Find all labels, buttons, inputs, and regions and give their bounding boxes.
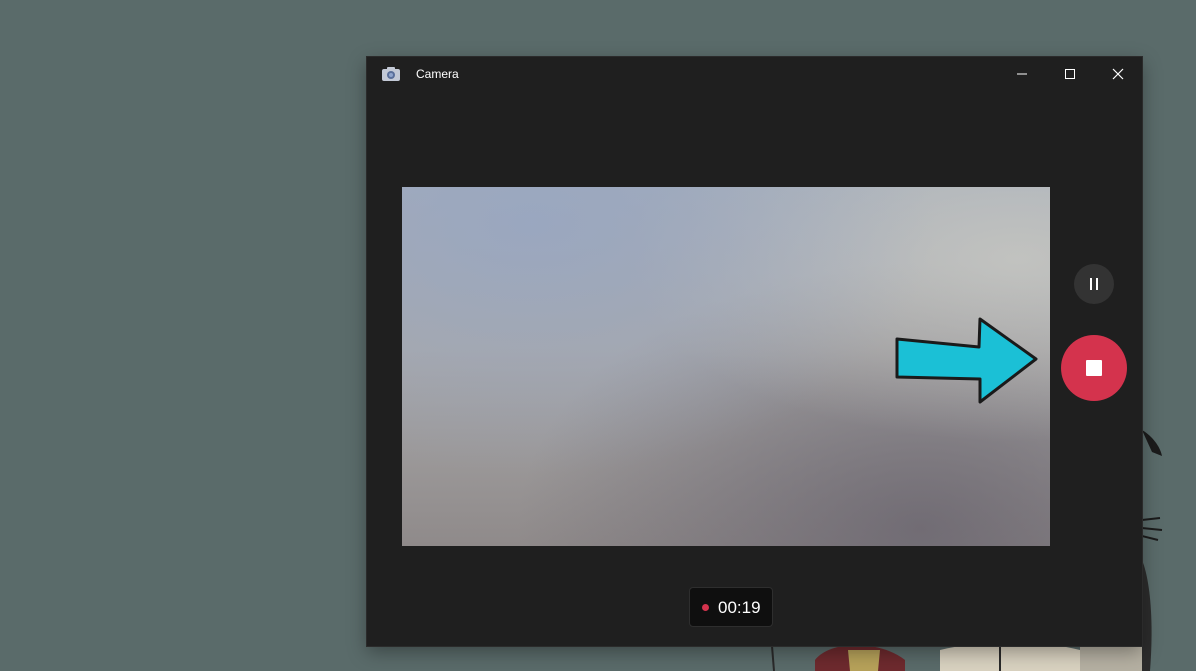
recording-indicator (702, 604, 709, 611)
title-bar: Camera (367, 57, 1142, 91)
camera-icon (382, 67, 400, 81)
arrow-right-icon (895, 317, 1038, 404)
recording-timer: 00:19 (689, 587, 773, 627)
stop-icon (1086, 360, 1102, 376)
maximize-icon (1065, 69, 1075, 79)
camera-window: Camera 00:19 (367, 57, 1142, 646)
pause-icon (1090, 278, 1098, 290)
window-title: Camera (416, 67, 459, 81)
stop-recording-button[interactable] (1061, 335, 1127, 401)
maximize-button[interactable] (1047, 57, 1093, 91)
pause-button[interactable] (1074, 264, 1114, 304)
recording-time: 00:19 (718, 598, 761, 617)
minimize-button[interactable] (999, 57, 1045, 91)
minimize-icon (1017, 73, 1027, 75)
close-button[interactable] (1095, 57, 1141, 91)
close-icon (1112, 68, 1124, 80)
